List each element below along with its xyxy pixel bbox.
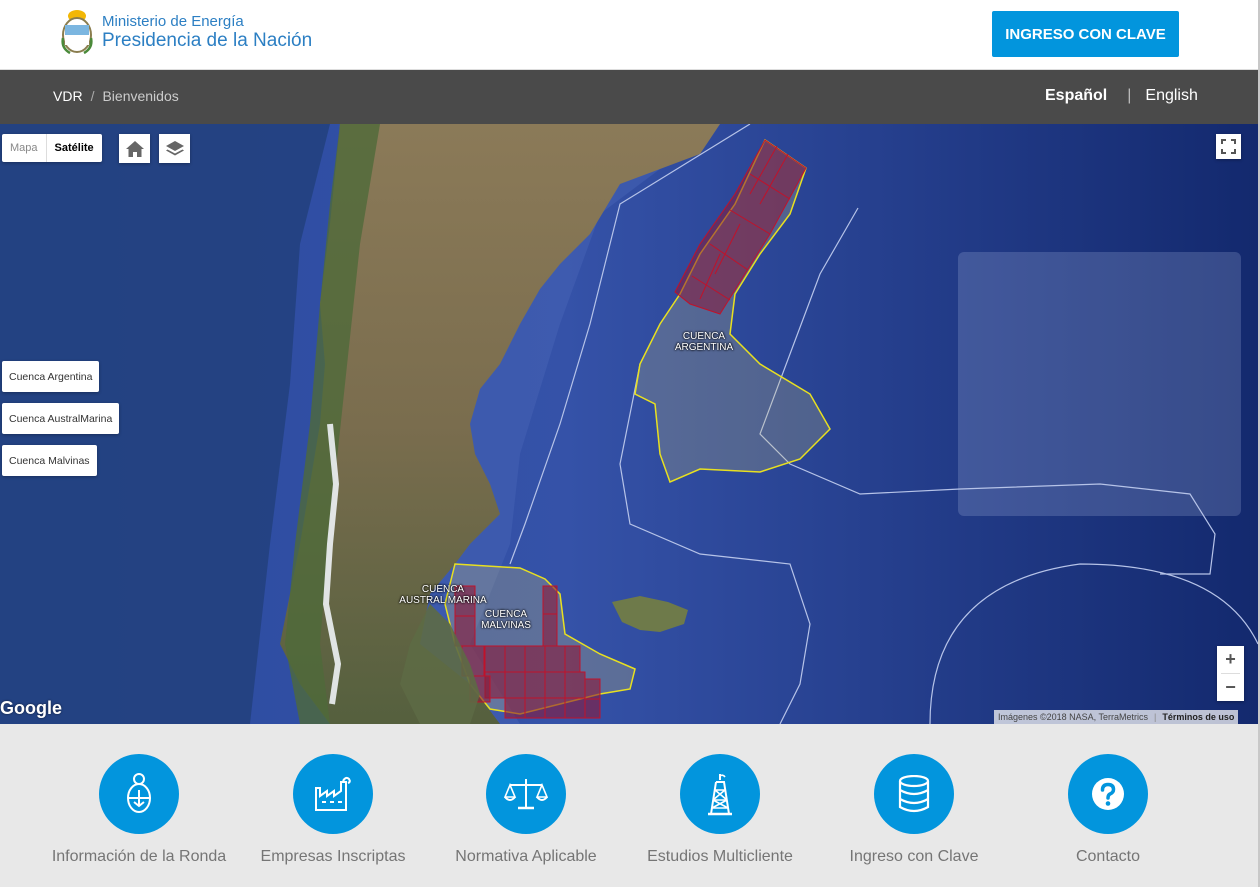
imagery-credit: Imágenes ©2018 NASA, TerraMetrics (998, 712, 1149, 722)
coat-of-arms-icon (61, 10, 93, 55)
shortcut-empresas-inscriptas[interactable]: Empresas Inscriptas (238, 754, 428, 868)
breadcrumb-bar: VDR / Bienvenidos Español | English (0, 70, 1258, 124)
map-attribution: Imágenes ©2018 NASA, TerraMetrics | Térm… (994, 710, 1239, 724)
layers-icon (165, 140, 184, 155)
map-label-cuenca-argentina: CUENCA ARGENTINA (660, 331, 748, 353)
shortcut-ingreso-con-clave[interactable]: Ingreso con Clave (819, 754, 1009, 868)
shortcut-label: Empresas Inscriptas (260, 848, 406, 865)
fullscreen-icon (1221, 139, 1236, 154)
language-english[interactable]: English (1145, 87, 1197, 105)
map-label-line: CUENCA (484, 609, 528, 620)
factory-icon (315, 776, 351, 811)
logo-presidency-name: Presidencia de la Nación (102, 30, 313, 51)
map-canvas[interactable]: Mapa Satélite Cuenca Argentina Cuenca Au… (0, 124, 1258, 724)
database-icon (898, 775, 930, 813)
map-type-map-button[interactable]: Mapa (2, 134, 46, 162)
shortcut-label: Normativa Aplicable (455, 848, 597, 865)
shortcut-circle (293, 754, 373, 834)
breadcrumb-separator: / (90, 88, 95, 104)
layers-button[interactable] (159, 134, 190, 163)
question-icon (1092, 778, 1124, 810)
shortcut-normativa-aplicable[interactable]: Normativa Aplicable (431, 754, 621, 868)
terms-of-use-link[interactable]: Términos de uso (1162, 712, 1234, 722)
zoom-in-button[interactable]: + (1217, 646, 1244, 673)
shortcut-circle (486, 754, 566, 834)
coat-of-arms-icon (127, 773, 151, 813)
fullscreen-button[interactable] (1216, 134, 1241, 159)
login-button[interactable]: INGRESO CON CLAVE (992, 11, 1179, 57)
map-label-line: CUENCA (682, 331, 726, 342)
language-switcher: Español | English (1045, 87, 1198, 105)
shortcut-label: Contacto (1075, 848, 1141, 865)
google-logo[interactable]: Google (0, 698, 62, 719)
shortcut-circle (99, 754, 179, 834)
shortcut-circle (874, 754, 954, 834)
zoom-out-button[interactable]: − (1217, 674, 1244, 701)
shortcut-label: Información de la Ronda (51, 848, 227, 865)
map-label-line: AUSTRAL MARINA (399, 595, 487, 606)
language-divider: | (1127, 87, 1132, 104)
logo-ministry-name: Ministerio de Energía (102, 13, 244, 30)
oil-rig-icon (708, 774, 732, 816)
breadcrumb-root-link[interactable]: VDR (53, 88, 83, 104)
site-header: Ministerio de Energía Presidencia de la … (0, 0, 1258, 70)
map-type-control: Mapa Satélite (2, 134, 102, 162)
map-label-cuenca-malvinas: CUENCA MALVINAS (466, 609, 546, 631)
breadcrumb-current: Bienvenidos (102, 88, 179, 104)
basin-argentina-button[interactable]: Cuenca Argentina (2, 361, 100, 392)
shortcut-bar: Información de la Ronda Empresas Inscrip… (0, 724, 1258, 887)
map-type-satellite-button[interactable]: Satélite (45, 134, 102, 162)
satellite-imagery (0, 124, 1258, 724)
shortcut-label: Estudios Multicliente (647, 848, 793, 865)
shortcut-label: Ingreso con Clave (849, 848, 979, 865)
attribution-divider: | (1154, 712, 1157, 722)
basin-austral-marina-button[interactable]: Cuenca AustralMarina (2, 403, 120, 434)
breadcrumb: VDR / Bienvenidos (53, 88, 179, 104)
map-label-line: ARGENTINA (674, 342, 734, 353)
home-view-button[interactable] (119, 134, 150, 163)
home-icon (125, 140, 144, 157)
shortcut-circle (680, 754, 760, 834)
language-spanish[interactable]: Español (1045, 87, 1107, 105)
ministry-logo[interactable]: Ministerio de Energía Presidencia de la … (60, 8, 312, 56)
map-label-line: CUENCA (421, 584, 465, 595)
map-label-line: MALVINAS (481, 620, 531, 631)
map-label-cuenca-austral: CUENCA AUSTRAL MARINA (388, 584, 498, 606)
shortcut-contacto[interactable]: Contacto (1013, 754, 1203, 868)
shortcut-informacion-ronda[interactable]: Información de la Ronda (44, 754, 234, 868)
shortcut-circle (1068, 754, 1148, 834)
basin-malvinas-button[interactable]: Cuenca Malvinas (2, 445, 97, 476)
zoom-control: + − (1217, 646, 1244, 701)
scales-icon (504, 779, 548, 810)
shortcut-estudios-multicliente[interactable]: Estudios Multicliente (625, 754, 815, 868)
